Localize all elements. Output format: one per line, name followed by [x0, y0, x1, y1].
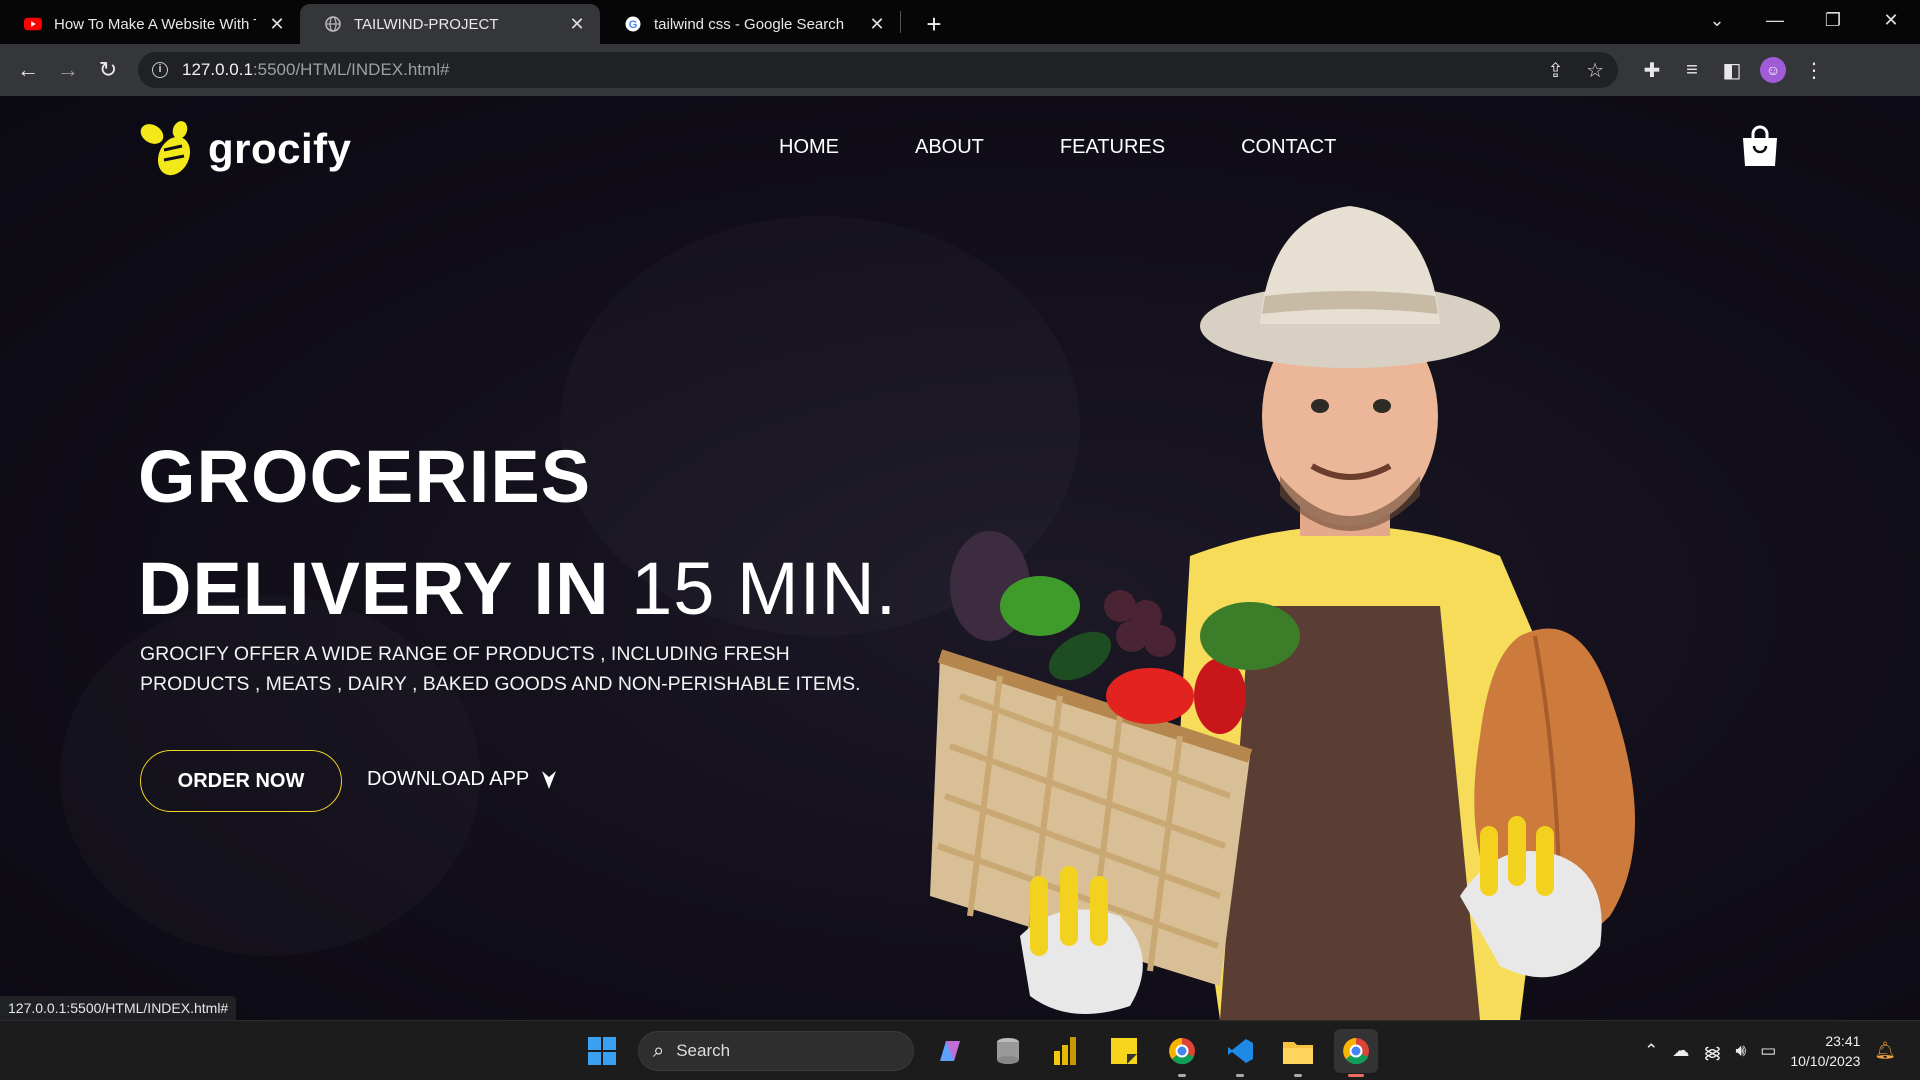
download-app-link[interactable]: DOWNLOAD APP [367, 768, 557, 791]
hero-title-line1: GROCERIES [138, 435, 592, 518]
close-window-button[interactable]: ✕ [1862, 10, 1920, 31]
url-host: 127.0.0.1 [182, 60, 253, 79]
nav-home[interactable]: HOME [779, 136, 839, 159]
close-icon[interactable]: ✕ [568, 14, 586, 35]
hero-title-light: 15 MIN. [631, 547, 898, 630]
forward-button[interactable]: → [48, 57, 88, 83]
url-path: :5500/HTML/INDEX.html# [252, 60, 450, 79]
chrome-icon[interactable] [1334, 1029, 1378, 1077]
taskbar-search[interactable]: ⌕ Search [638, 1031, 914, 1071]
close-icon[interactable]: ✕ [268, 14, 286, 35]
extensions-icon[interactable]: ✚ [1632, 58, 1672, 83]
reload-button[interactable]: ↻ [88, 57, 128, 83]
tab-title: TAILWIND-PROJECT [354, 15, 499, 33]
tab-search-icon[interactable]: ⌄ [1688, 10, 1746, 31]
taskbar-search-label: Search [676, 1041, 731, 1060]
back-button[interactable]: ← [8, 57, 48, 83]
youtube-icon [24, 15, 42, 33]
clock-date: 10/10/2023 [1790, 1053, 1861, 1069]
globe-icon [324, 15, 342, 33]
hero-image-farmer [930, 206, 1635, 1020]
clock[interactable]: 23:41 10/10/2023 [1790, 1031, 1860, 1071]
copilot-icon[interactable] [928, 1029, 972, 1073]
wifi-icon[interactable]: ᯼ [1703, 1040, 1721, 1063]
close-icon[interactable]: ✕ [868, 14, 886, 35]
new-tab-button[interactable]: + [919, 4, 949, 44]
chevron-up-icon[interactable]: ⌃ [1644, 1041, 1658, 1061]
shopping-bag-icon[interactable] [1740, 124, 1780, 168]
arrow-down-icon [542, 770, 557, 789]
vscode-icon[interactable] [1218, 1029, 1262, 1077]
notification-bell-icon[interactable]: 🔔︎ [1874, 1041, 1896, 1061]
browser-tabstrip: How To Make A Website With Ta ✕ TAILWIND… [0, 0, 1920, 44]
hero-title-line2: DELIVERY IN 15 MIN. [138, 546, 897, 631]
tab-youtube[interactable]: How To Make A Website With Ta ✕ [0, 4, 300, 44]
minimize-button[interactable]: — [1746, 10, 1804, 31]
onedrive-cloud-icon[interactable]: ☁ [1672, 1041, 1689, 1061]
file-explorer-icon[interactable] [1276, 1029, 1320, 1077]
volume-icon[interactable]: 🔊︎ [1736, 1041, 1747, 1061]
hero-title-bold: DELIVERY IN [138, 547, 610, 630]
browser-toolbar: ← → ↻ i 127.0.0.1 :5500/HTML/INDEX.html#… [0, 44, 1920, 96]
bookmark-star-icon[interactable]: ☆ [1586, 58, 1604, 83]
svg-text:G: G [629, 19, 638, 31]
order-now-button[interactable]: ORDER NOW [140, 750, 342, 812]
brand-name: grocify [208, 125, 352, 172]
clock-time: 23:41 [1825, 1033, 1861, 1049]
taskbar-apps: ⌕ Search [580, 1029, 1378, 1077]
download-app-label: DOWNLOAD APP [367, 768, 530, 790]
windows-start-icon[interactable] [580, 1029, 624, 1073]
tab-separator [900, 11, 901, 33]
hero-description: GROCIFY OFFER A WIDE RANGE OF PRODUCTS ,… [140, 643, 861, 695]
address-bar[interactable]: i 127.0.0.1 :5500/HTML/INDEX.html# ⇪ ☆ [138, 52, 1618, 88]
media-control-icon[interactable]: ≡ [1672, 59, 1712, 82]
database-icon[interactable] [986, 1029, 1030, 1073]
search-icon: ⌕ [653, 1039, 665, 1062]
info-icon[interactable]: i [152, 62, 168, 78]
battery-icon[interactable]: ▭ [1760, 1041, 1776, 1061]
profile-avatar[interactable]: ☺ [1760, 57, 1786, 83]
window-controls: ⌄ — ❐ ✕ [1688, 0, 1920, 40]
status-bar-url: 127.0.0.1:5500/HTML/INDEX.html# [0, 996, 237, 1020]
chrome-profile-icon[interactable] [1160, 1029, 1204, 1077]
tab-title: tailwind css - Google Search [654, 15, 845, 33]
windows-taskbar: ⌕ Search ⌃ ☁ ᯼ 🔊︎ ▭ 23:41 10/10/2023 🔔︎ [0, 1020, 1920, 1080]
tab-google-search[interactable]: G tailwind css - Google Search ✕ [600, 4, 900, 44]
sticky-notes-icon[interactable] [1102, 1029, 1146, 1073]
power-bi-icon[interactable] [1044, 1029, 1088, 1073]
system-tray: ⌃ ☁ ᯼ 🔊︎ ▭ 23:41 10/10/2023 🔔︎ [1644, 1031, 1896, 1071]
bee-logo-icon [140, 121, 191, 176]
website-page: grocify HOME ABOUT FEATURES CONTACT GROC… [0, 96, 1920, 1020]
tab-title: How To Make A Website With Ta [54, 15, 256, 33]
side-panel-icon[interactable]: ◧ [1712, 58, 1752, 83]
tab-tailwind-project[interactable]: TAILWIND-PROJECT ✕ [300, 4, 600, 44]
site-logo[interactable]: grocify [138, 120, 352, 178]
google-icon: G [624, 15, 642, 33]
restore-button[interactable]: ❐ [1804, 10, 1862, 31]
share-icon[interactable]: ⇪ [1547, 58, 1564, 83]
menu-icon[interactable]: ⋮ [1794, 58, 1834, 83]
